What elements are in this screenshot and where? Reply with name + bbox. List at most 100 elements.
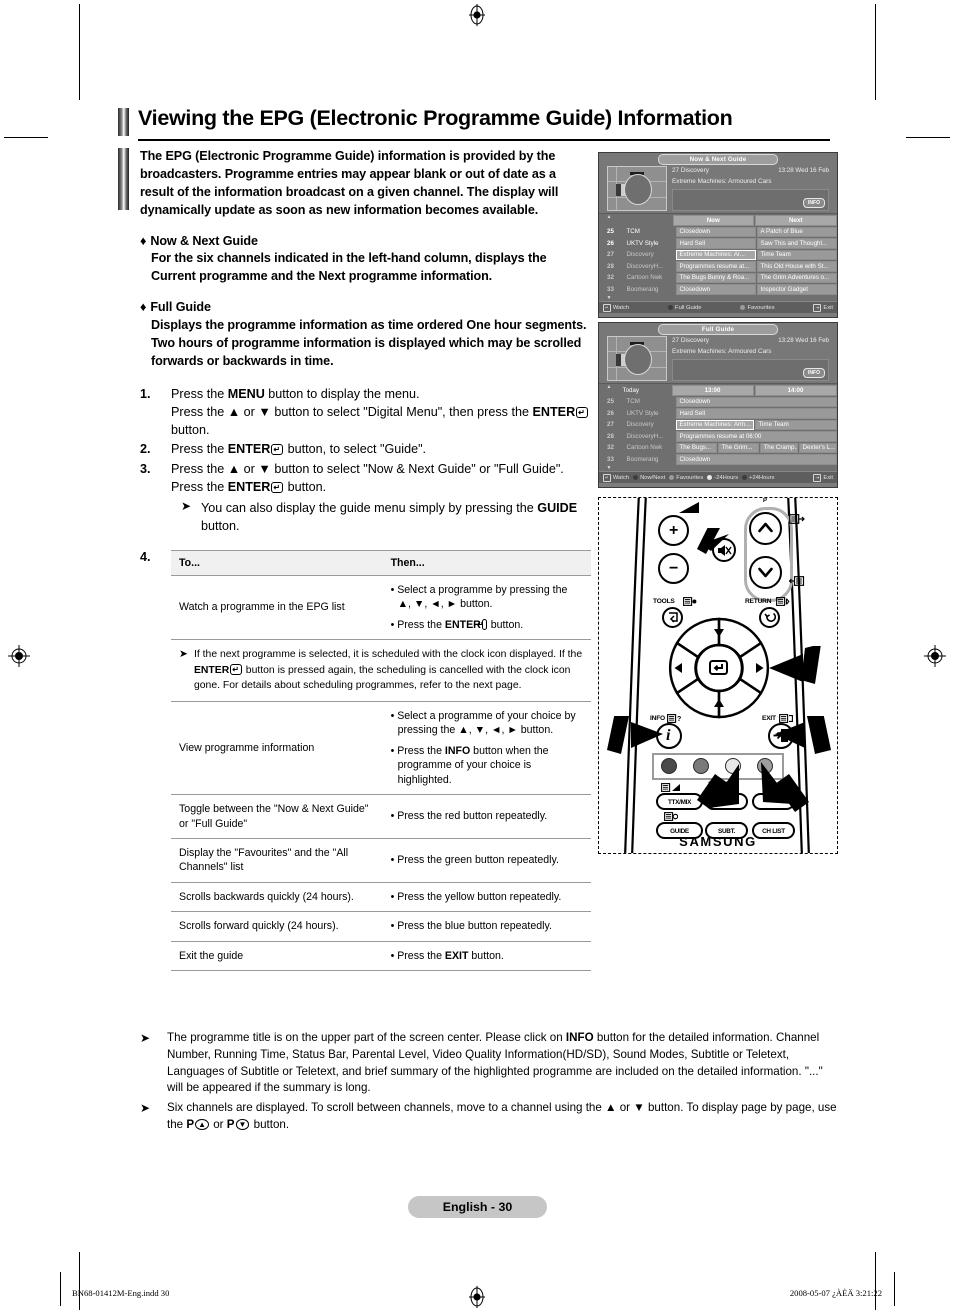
now-programme[interactable]: Hard Sell	[675, 238, 756, 249]
table-inline-note-row: ➤ If the next programme is selected, it …	[171, 639, 591, 703]
t: Press the	[171, 386, 228, 401]
bullet-full-guide: ♦ Full Guide Displays the programme infor…	[140, 299, 592, 371]
footer-key-watch[interactable]: ↵ Watch	[603, 473, 629, 482]
scroll-down-icon[interactable]: ▼	[599, 295, 619, 301]
tv-screen-title: Full Guide	[658, 324, 778, 335]
footer-key-favourites[interactable]: Favourites	[669, 475, 703, 481]
bullet-heading: ♦ Now & Next Guide	[140, 233, 592, 251]
programme-block[interactable]: Programmes resume at 06:00	[675, 431, 837, 442]
programme-block[interactable]: Closedown	[675, 396, 837, 407]
channel-name: TCM	[626, 228, 640, 236]
footer-key-full-guide[interactable]: Full Guide	[668, 305, 701, 311]
tv-grid-row-selected[interactable]: 27 Discovery Extreme Machines: Arm... Ti…	[599, 419, 837, 431]
next-programme[interactable]: Inspector Gadget	[756, 284, 837, 295]
footer-key-watch[interactable]: ↵ Watch	[603, 303, 629, 312]
tools-hint-icon	[683, 597, 697, 606]
next-programme[interactable]: A Patch of Blue	[756, 226, 837, 237]
programme-block-selected[interactable]: Extreme Machines: Arm...	[675, 419, 754, 430]
step-text: Press the ENTER ↵ button, to select "Guid…	[171, 440, 592, 458]
tv-grid-row[interactable]: 33 Boomerang Closedown Inspector Gadget	[599, 284, 837, 296]
row-action: Exit the guide	[171, 941, 383, 971]
registration-mark-left	[8, 645, 30, 667]
tools-label: TOOLS	[653, 598, 675, 605]
t: • Select a programme by pressing the ▲, …	[390, 584, 568, 611]
tv-grid-row[interactable]: 25 TCM Closedown A Patch of Blue	[599, 226, 837, 238]
scroll-up-icon[interactable]: ▲	[599, 384, 619, 396]
programme-block[interactable]: The Bugs...	[675, 442, 717, 453]
table-row: Toggle between the "Now & Next Guide" or…	[171, 794, 591, 839]
step-4: 4. To... Then... Watch a programme in th…	[140, 549, 592, 971]
now-programme[interactable]: Closedown	[675, 284, 756, 295]
programme-block[interactable]: Time Team	[754, 419, 837, 430]
scroll-down-icon[interactable]: ▼	[599, 465, 619, 471]
now-programme[interactable]: Programmes resume at...	[675, 261, 756, 272]
programme-block[interactable]: Closedown	[675, 454, 837, 465]
t: • Press the	[390, 744, 445, 757]
programme-block[interactable]: Hard Sell	[675, 408, 837, 419]
diamond-bullet-icon: ♦	[140, 233, 147, 248]
tv-grid-row[interactable]: 26 UKTV Style Hard Sell	[599, 408, 837, 420]
tv-grid-row[interactable]: 33 Boomerang Closedown	[599, 454, 837, 466]
t: • Select a programme of your choice by p…	[390, 710, 576, 737]
step-text: Press the ▲ or ▼ button to select "Now &…	[171, 460, 592, 536]
footer-key-exit[interactable]: ⇥ Exit	[813, 473, 833, 482]
return-label: RETURN	[745, 598, 772, 605]
row-instruction: • Press the green button repeatedly.	[382, 838, 591, 883]
red-button-icon	[633, 475, 639, 480]
programme-block[interactable]: The Grim...	[717, 442, 759, 453]
crop-mark-left-upper	[4, 137, 48, 138]
slug-rule-left	[60, 1272, 61, 1306]
programme-block[interactable]: Dexter's L...	[798, 442, 837, 453]
tv-grid-scroll-row: ▼	[599, 295, 837, 301]
tv-epg-grid: ▲ Today 13:00 14:00 25 TCM Closedown 26 …	[599, 384, 837, 471]
bullet-heading: ♦ Full Guide	[140, 299, 592, 317]
footer-key-plus-24h[interactable]: +24Hours	[742, 475, 774, 481]
tv-preview-thumbnail	[607, 166, 667, 211]
tv-grid-row-selected[interactable]: 27 Discovery Extreme Machines: Ar... Tim…	[599, 249, 837, 261]
tv-programme-title: Extreme Machines: Armoured Cars	[672, 348, 772, 355]
tv-epg-grid: ▲ Now Next 25 TCM Closedown A Patch of B…	[599, 214, 837, 301]
page-header: Viewing the EPG (Electronic Programme Gu…	[118, 106, 830, 141]
tv-grid-row[interactable]: 28 DiscoveryH... Programmes resume at 06…	[599, 431, 837, 443]
scroll-up-icon[interactable]: ▲	[599, 214, 619, 226]
next-programme[interactable]: Saw This and Thought...	[756, 238, 837, 249]
bottom-note-2: ➤ Six channels are displayed. To scroll …	[140, 1100, 840, 1134]
tv-grid-row[interactable]: 32 Cartoon Nwk The Bugs... The Grim... T…	[599, 442, 837, 454]
guide-hint-icon	[664, 812, 678, 821]
programme-block[interactable]: The Cramp...	[759, 442, 798, 453]
epg-action-table: To... Then... Watch a programme in the E…	[171, 549, 591, 971]
next-programme[interactable]: The Grim Adventures o...	[756, 272, 837, 283]
channel-prev-hint-icon	[789, 576, 805, 586]
tv-grid-row[interactable]: 25 TCM Closedown	[599, 396, 837, 408]
channel-name: Cartoon Nwk	[626, 444, 663, 452]
exit-key-icon: ⇥	[813, 303, 822, 312]
now-programme[interactable]: Closedown	[675, 226, 756, 237]
registration-mark-bottom	[469, 1286, 485, 1308]
footer-key-exit[interactable]: ⇥ Exit	[813, 303, 833, 312]
channel-number: 26	[607, 409, 614, 417]
step-text: Press the MENU button to display the men…	[171, 385, 592, 440]
dpad-up-button[interactable]	[699, 620, 739, 644]
table-header-row: To... Then...	[171, 549, 591, 577]
tv-info-panel: Now & Next Guide 13:28 Wed 16 Feb 27 Dis…	[599, 153, 837, 214]
channel-name: Boomerang	[626, 455, 659, 463]
tv-grid-row[interactable]: 28 DiscoveryH... Programmes resume at...…	[599, 261, 837, 273]
tv-grid-row[interactable]: 32 Cartoon Nwk The Bugs Bunny & Roa... T…	[599, 272, 837, 284]
channel-number: 33	[607, 285, 614, 293]
crop-mark-bottom-left	[79, 1252, 80, 1310]
tv-grid-row[interactable]: 26 UKTV Style Hard Sell Saw This and Tho…	[599, 238, 837, 250]
footer-key-now-next[interactable]: Now/Next	[633, 475, 665, 481]
dpad-left-button[interactable]	[667, 653, 691, 689]
footer-key-favourites[interactable]: Favourites	[740, 305, 775, 311]
next-programme[interactable]: This Old House with St...	[756, 261, 837, 272]
t: If the next programme is selected, it is…	[194, 649, 583, 661]
t: • Press the	[390, 949, 445, 962]
footer-key-minus-24h[interactable]: -24Hours	[707, 475, 738, 481]
t: The programme title is on the upper part…	[167, 1031, 566, 1044]
next-programme[interactable]: Time Team	[756, 249, 837, 260]
now-programme-selected[interactable]: Extreme Machines: Ar...	[675, 249, 756, 260]
t: button is pressed again, the scheduling …	[194, 664, 571, 692]
dpad-down-button[interactable]	[699, 690, 739, 714]
now-programme[interactable]: The Bugs Bunny & Roa...	[675, 272, 756, 283]
volume-up-label: +	[669, 522, 679, 539]
